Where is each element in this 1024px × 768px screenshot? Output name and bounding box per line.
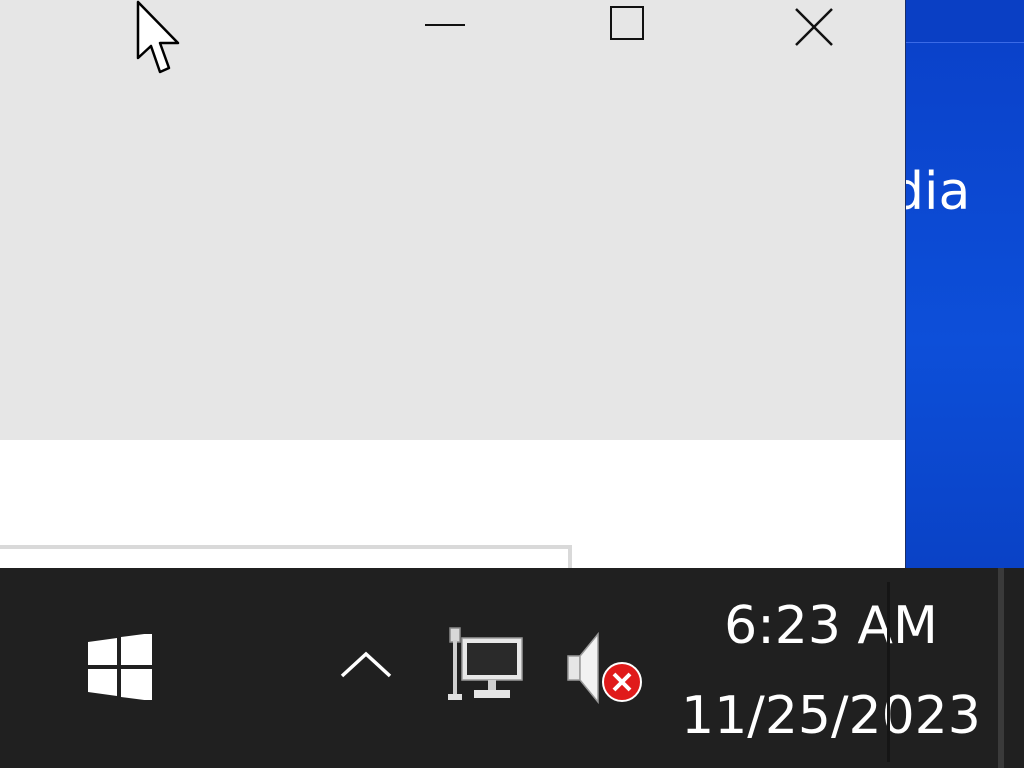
volume-muted-icon <box>567 631 642 705</box>
close-icon <box>795 8 833 46</box>
maximize-icon <box>610 6 644 40</box>
show-desktop-button[interactable] <box>1004 568 1024 768</box>
chevron-up-icon <box>340 651 392 678</box>
minimize-icon <box>425 24 465 26</box>
mouse-pointer-icon <box>136 0 180 74</box>
desktop-top-band <box>905 0 1024 43</box>
network-icon <box>448 627 523 700</box>
windows-logo-icon <box>88 633 152 701</box>
desktop-icon-label[interactable]: dia <box>905 162 970 222</box>
content-panel <box>0 545 572 568</box>
taskbar-divider <box>887 582 890 762</box>
app-window <box>0 0 906 568</box>
taskbar: 6:23 AM 11/25/2023 <box>0 568 1024 768</box>
volume-button[interactable] <box>562 628 646 708</box>
start-button[interactable] <box>86 633 154 701</box>
minimize-button[interactable] <box>405 0 485 52</box>
clock-time: 6:23 AM <box>724 596 938 656</box>
maximize-button[interactable] <box>589 0 669 52</box>
clock-date: 11/25/2023 <box>681 686 981 746</box>
desktop-background: dia <box>905 0 1024 568</box>
show-hidden-icons-button[interactable] <box>336 644 396 684</box>
network-button[interactable] <box>444 626 528 706</box>
clock-button[interactable]: 6:23 AM 11/25/2023 <box>668 588 994 758</box>
close-button[interactable] <box>773 0 853 52</box>
